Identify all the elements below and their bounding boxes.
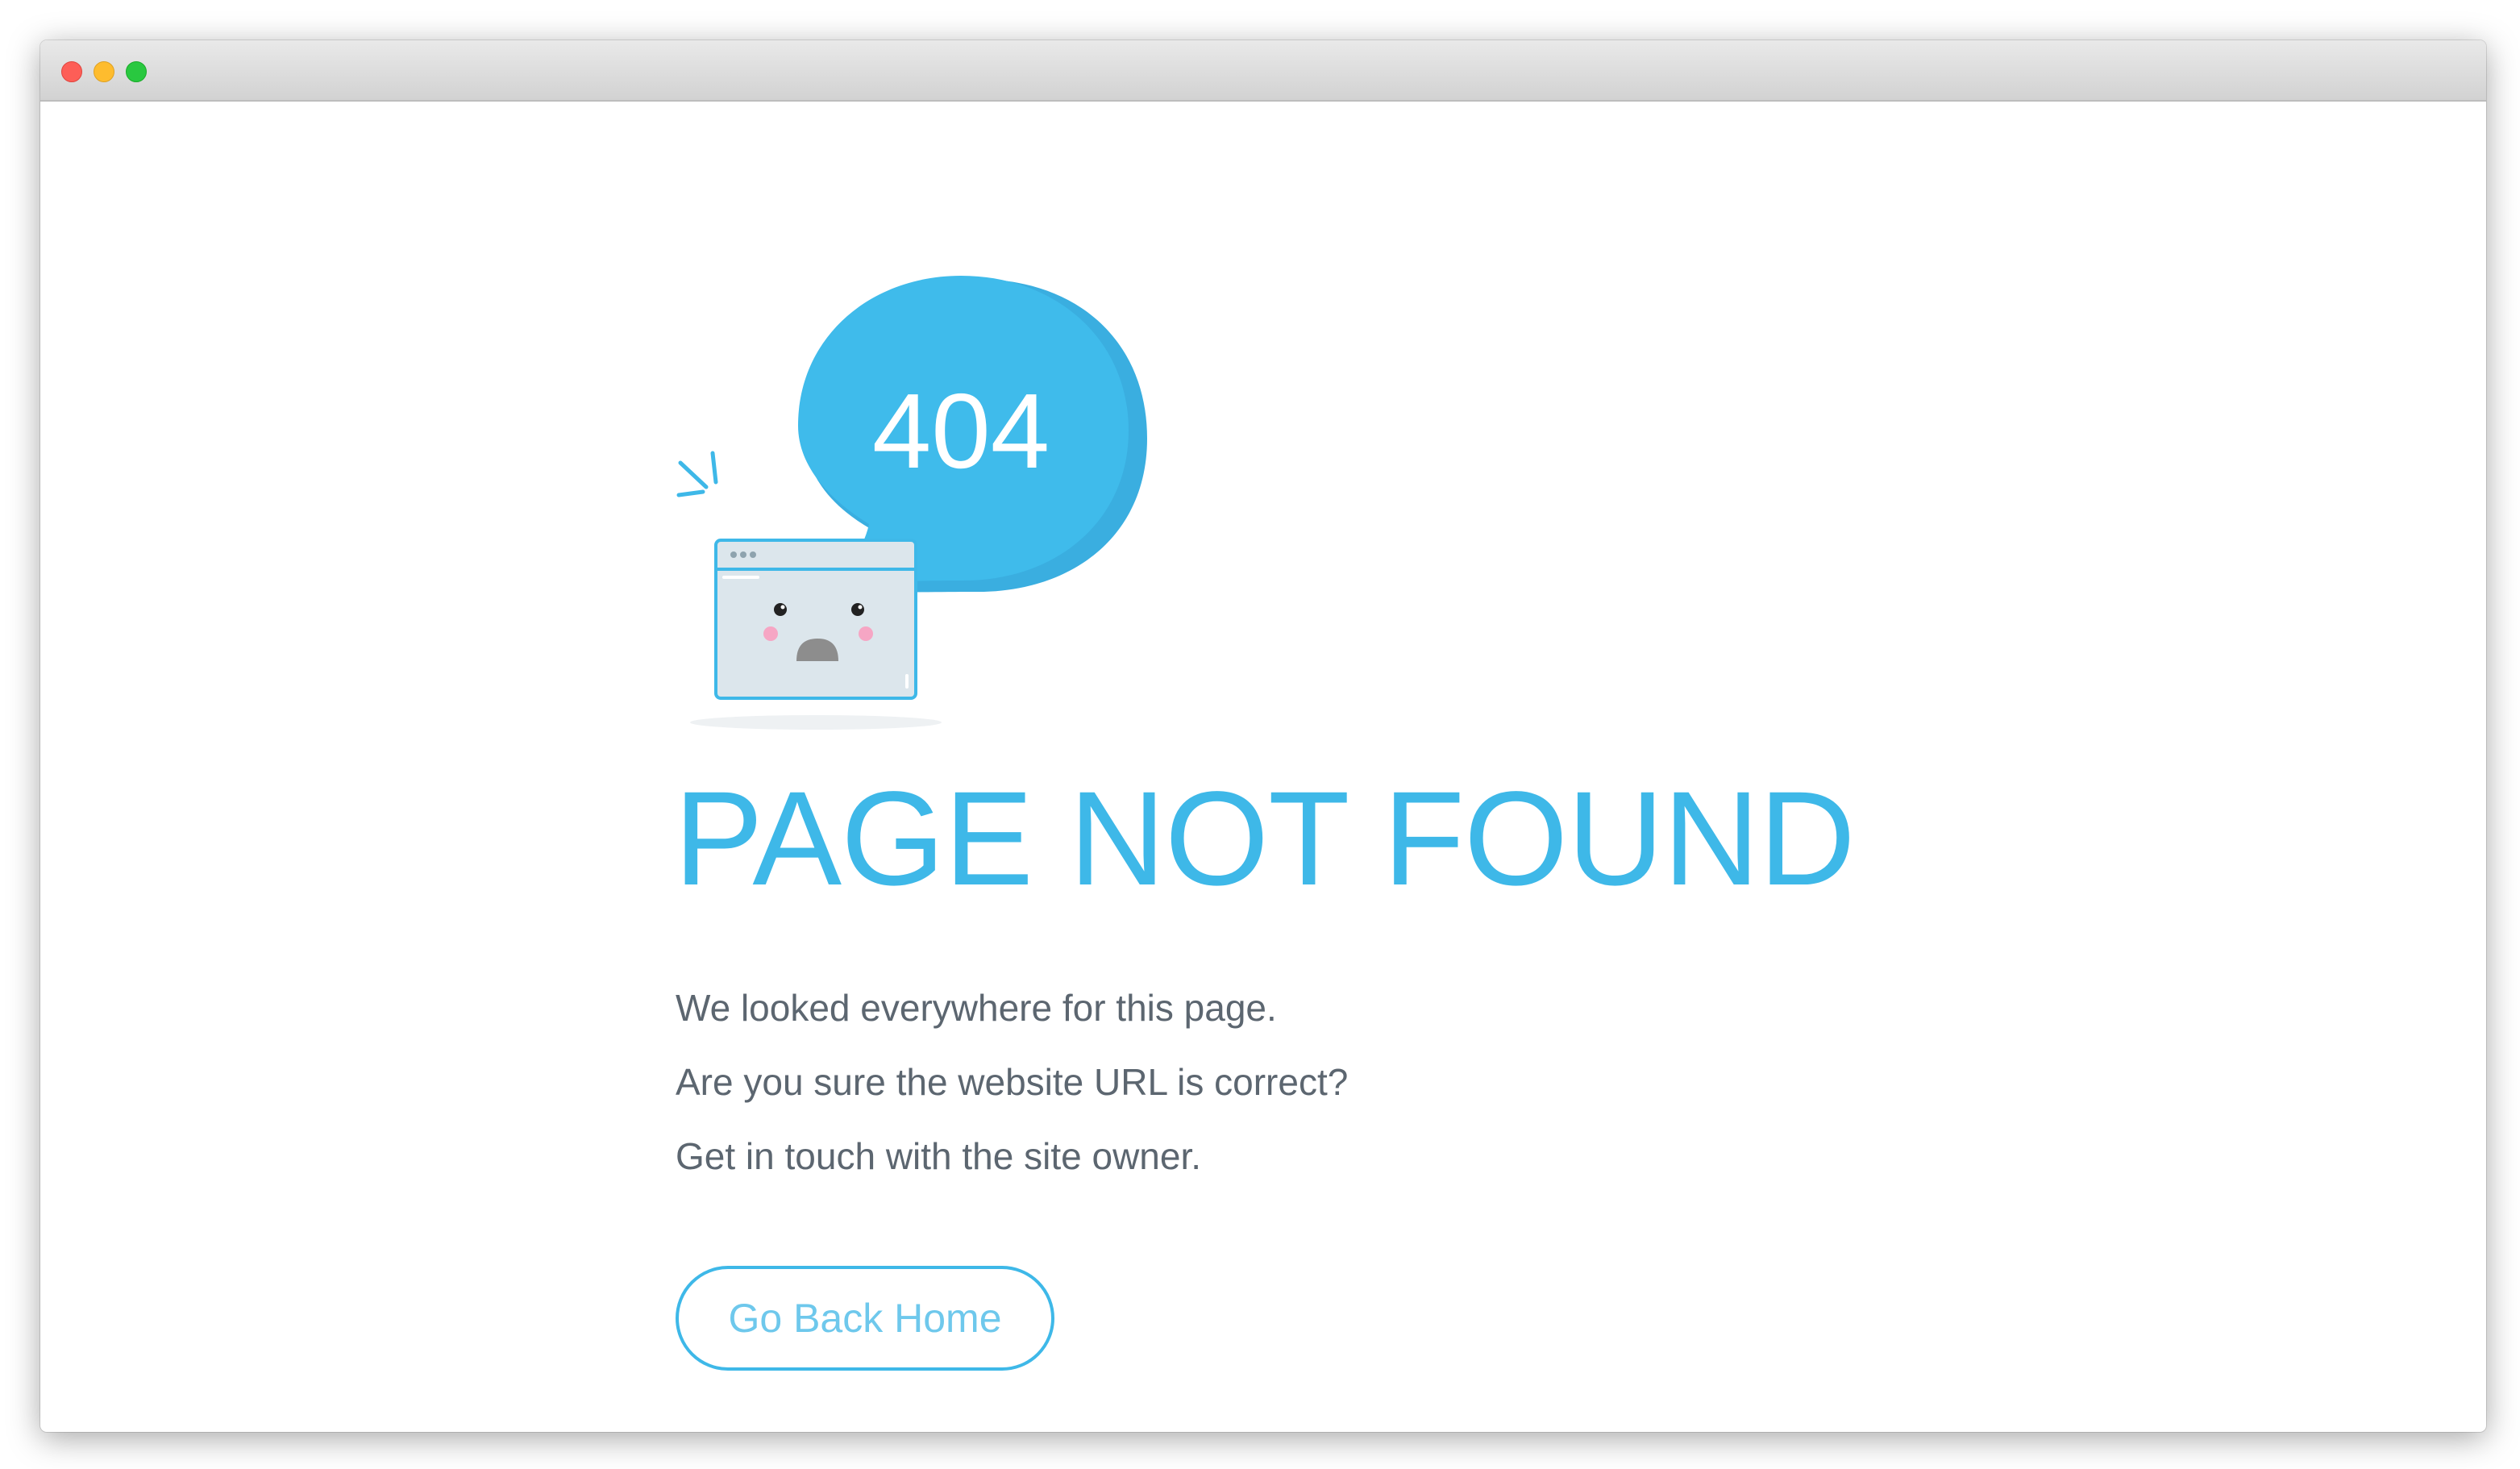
maximize-window-button[interactable] bbox=[126, 61, 147, 82]
go-back-home-button[interactable]: Go Back Home bbox=[676, 1266, 1054, 1371]
page-title: PAGE NOT FOUND bbox=[674, 764, 1856, 913]
page-content: 404 PAGE NOT FOUND We looked everywhere … bbox=[40, 102, 2486, 1432]
window-titlebar bbox=[40, 40, 2486, 102]
go-back-home-label: Go Back Home bbox=[728, 1296, 1002, 1341]
alert-marks-icon bbox=[676, 451, 718, 497]
error-message-line-1: We looked everywhere for this page. bbox=[676, 987, 1277, 1029]
close-window-button[interactable] bbox=[61, 61, 82, 82]
bubble-404-text: 404 bbox=[872, 372, 1050, 490]
browser-window: 404 PAGE NOT FOUND We looked everywhere … bbox=[40, 40, 2486, 1432]
error-message-line-3: Get in touch with the site owner. bbox=[676, 1135, 1202, 1177]
sad-browser-icon bbox=[690, 539, 942, 730]
minimize-window-button[interactable] bbox=[94, 61, 114, 82]
error-message-line-2: Are you sure the website URL is correct? bbox=[676, 1061, 1349, 1103]
error-illustration: 404 bbox=[629, 198, 1322, 763]
